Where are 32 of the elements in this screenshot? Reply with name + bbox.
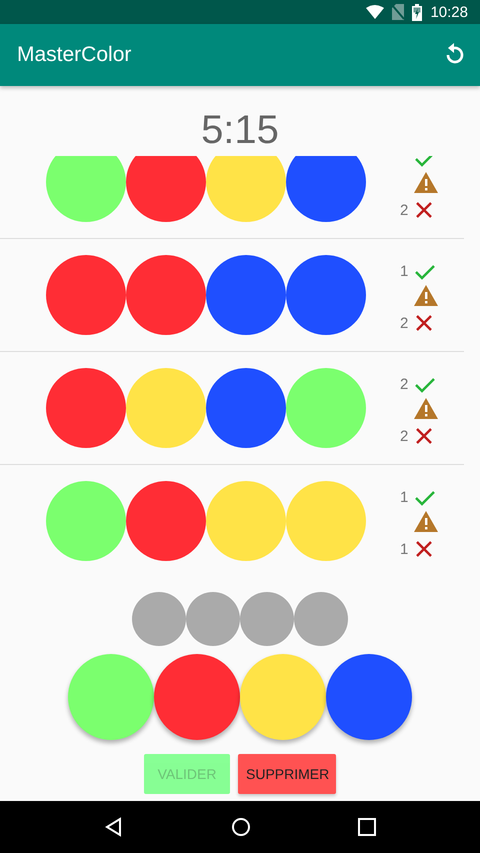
wifi-icon — [366, 5, 384, 19]
warning-icon — [414, 285, 438, 306]
home-icon[interactable] — [230, 817, 251, 837]
color-choice[interactable] — [326, 654, 412, 740]
cross-icon — [414, 201, 434, 219]
color-choice[interactable] — [68, 654, 154, 740]
status-time: 10:28 — [430, 4, 468, 20]
correct-count: 1 — [400, 263, 410, 280]
color-choice[interactable] — [240, 654, 326, 740]
no-sim-icon — [392, 4, 404, 20]
warning-icon — [414, 511, 438, 532]
check-icon — [414, 377, 436, 393]
warning-icon — [414, 172, 438, 193]
wrong-count: 2 — [400, 428, 410, 445]
cross-icon — [414, 314, 434, 332]
correct-count: 1 — [400, 489, 410, 506]
timer: 5:15 — [201, 107, 279, 154]
wrong-count: 1 — [400, 541, 410, 558]
color-choice[interactable] — [154, 654, 240, 740]
warning-icon — [414, 398, 438, 419]
wrong-count: 2 — [400, 202, 410, 219]
battery-icon — [412, 4, 422, 20]
delete-button[interactable]: SUPPRIMER — [238, 754, 336, 794]
recents-icon[interactable] — [358, 818, 376, 836]
correct-count: 2 — [400, 376, 410, 393]
app-title: MasterColor — [17, 43, 132, 67]
back-icon[interactable] — [104, 817, 124, 837]
cross-icon — [414, 540, 434, 558]
wrong-count: 2 — [400, 315, 410, 332]
cross-icon — [414, 427, 434, 445]
check-icon — [414, 490, 436, 506]
check-icon — [414, 264, 436, 280]
